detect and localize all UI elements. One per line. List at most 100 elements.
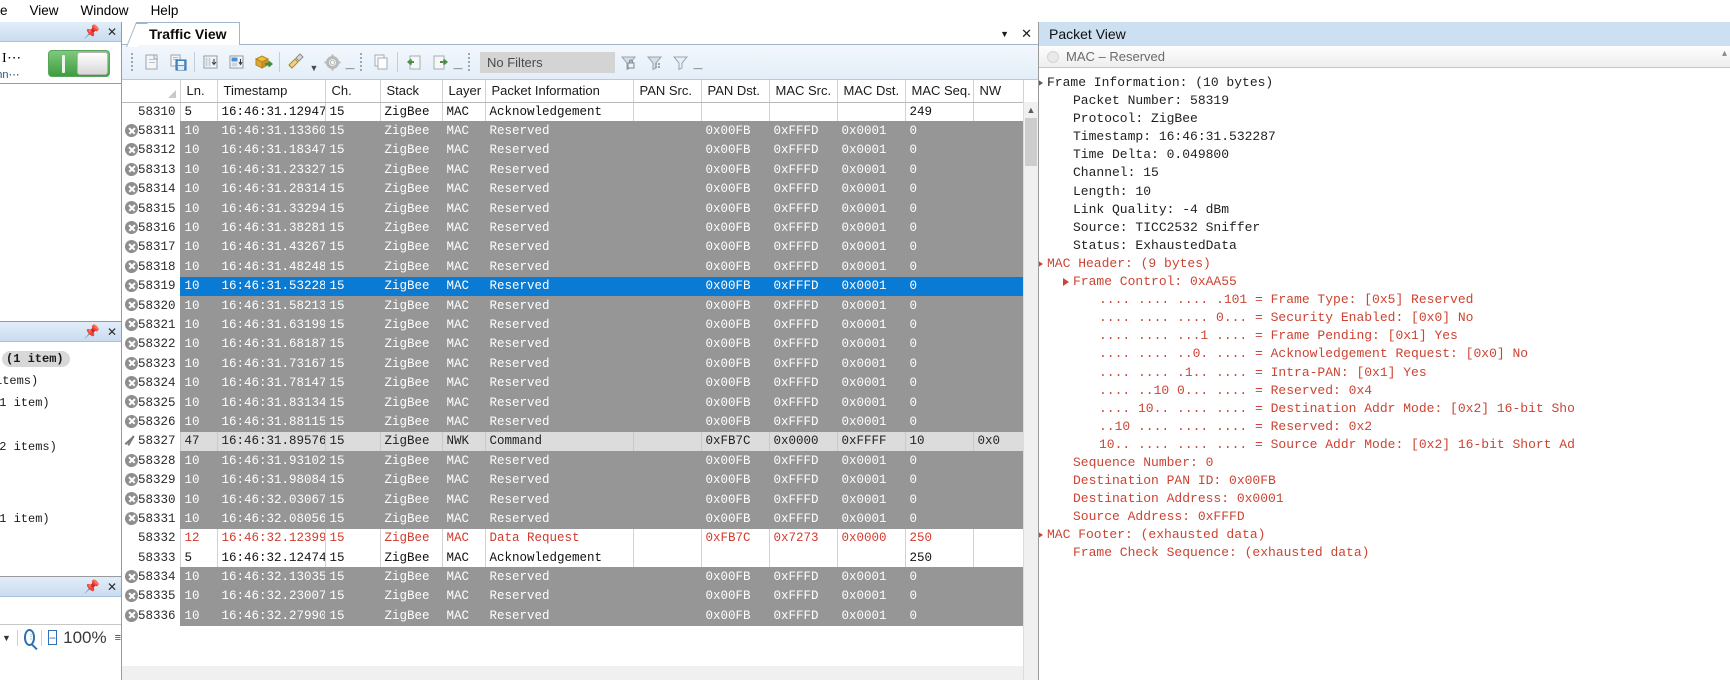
- packet-detail-line[interactable]: Protocol: ZigBee: [1039, 110, 1730, 128]
- minus-box-icon[interactable]: −: [48, 630, 58, 645]
- toolbar-grip[interactable]: [358, 51, 365, 73]
- packet-detail-line[interactable]: .... .... .... .101 = Frame Type: [0x5] …: [1039, 291, 1730, 309]
- table-row[interactable]: 583241016:46:31.78147915ZigBeeMACReserve…: [122, 373, 1023, 392]
- table-row[interactable]: 583141016:46:31.28314315ZigBeeMACReserve…: [122, 180, 1023, 199]
- toolbar-grip[interactable]: [466, 51, 473, 73]
- filter-edit-icon[interactable]: [641, 49, 667, 75]
- table-row[interactable]: 58333516:46:32.12474315ZigBeeMACAcknowle…: [122, 548, 1023, 567]
- packet-detail-line[interactable]: Time Delta: 0.049800: [1039, 146, 1730, 164]
- table-row[interactable]: 583291016:46:31.98084715ZigBeeMACReserve…: [122, 470, 1023, 489]
- table-row[interactable]: 583171016:46:31.43267915ZigBeeMACReserve…: [122, 238, 1023, 257]
- capture-device-b-button[interactable]: [224, 49, 250, 75]
- packet-detail-line[interactable]: Source: TICC2532 Sniffer: [1039, 219, 1730, 237]
- packet-detail-line[interactable]: .... .... .1.. .... = Intra-PAN: [0x1] Y…: [1039, 364, 1730, 382]
- table-row[interactable]: 58310516:46:31.12947115ZigBeeMACAcknowle…: [122, 102, 1023, 121]
- grid-column-header[interactable]: [122, 80, 180, 102]
- table-row[interactable]: 583321216:46:32.12399115ZigBeeMACData Re…: [122, 529, 1023, 548]
- expander-triangle-icon[interactable]: [1063, 278, 1069, 286]
- table-row[interactable]: 583131016:46:31.23327915ZigBeeMACReserve…: [122, 160, 1023, 179]
- packet-detail-line[interactable]: MAC Header: (9 bytes): [1039, 255, 1730, 273]
- close-icon[interactable]: ✕: [107, 26, 117, 38]
- packet-detail-line[interactable]: 10.. .... .... .... = Source Addr Mode: …: [1039, 436, 1730, 454]
- grid-vertical-scrollbar[interactable]: ▲: [1023, 102, 1038, 680]
- grid-column-header[interactable]: Ln.: [180, 80, 217, 102]
- close-icon[interactable]: ✕: [107, 581, 117, 593]
- packet-detail-line[interactable]: Packet Number: 58319: [1039, 92, 1730, 110]
- grid-column-header[interactable]: Stack: [380, 80, 442, 102]
- packet-detail-line[interactable]: ..10 .... .... .... = Reserved: 0x2: [1039, 418, 1730, 436]
- capture-tree-node[interactable]: (2 items): [0, 440, 57, 454]
- packet-detail-line[interactable]: MAC Footer: (exhausted data): [1039, 526, 1730, 544]
- packet-detail-line[interactable]: Frame Information: (10 bytes): [1039, 74, 1730, 92]
- menu-item-e[interactable]: e: [0, 0, 19, 22]
- menu-item-view[interactable]: View: [19, 0, 70, 22]
- table-row[interactable]: 583111016:46:31.13360715ZigBeeMACReserve…: [122, 121, 1023, 140]
- toolbar-overflow-icon[interactable]: —: [453, 63, 463, 73]
- settings-gear-button[interactable]: [319, 49, 345, 75]
- grid-column-header[interactable]: Packet Information: [485, 80, 633, 102]
- packet-detail-line[interactable]: Source Address: 0xFFFD: [1039, 508, 1730, 526]
- filter-display-field[interactable]: No Filters: [480, 52, 615, 73]
- nav-back-button[interactable]: [401, 49, 427, 75]
- chevron-down-icon[interactable]: ▼: [1000, 29, 1009, 39]
- magnifier-icon[interactable]: ⋮: [24, 629, 36, 646]
- save-file-button[interactable]: [165, 49, 191, 75]
- packet-detail-line[interactable]: Channel: 15: [1039, 164, 1730, 182]
- capture-device-a-button[interactable]: [198, 49, 224, 75]
- capture-toggle-switch[interactable]: [48, 50, 110, 77]
- toolbar-overflow-icon[interactable]: —: [345, 63, 355, 73]
- table-row[interactable]: 583281016:46:31.93102315ZigBeeMACReserve…: [122, 451, 1023, 470]
- packet-detail-line[interactable]: Destination Address: 0x0001: [1039, 490, 1730, 508]
- expander-triangle-icon[interactable]: [1039, 260, 1043, 268]
- menu-item-help[interactable]: Help: [140, 0, 190, 22]
- scroll-thumb[interactable]: [1025, 118, 1037, 166]
- packet-detail-line[interactable]: Frame Check Sequence: (exhausted data): [1039, 544, 1730, 562]
- capture-tree-node[interactable]: (1 item): [0, 396, 50, 410]
- table-row[interactable]: 583251016:46:31.83134315ZigBeeMACReserve…: [122, 393, 1023, 412]
- scroll-up-icon[interactable]: ▲: [1024, 102, 1038, 117]
- table-row[interactable]: 583181016:46:31.48248715ZigBeeMACReserve…: [122, 257, 1023, 276]
- menu-item-window[interactable]: Window: [70, 0, 140, 22]
- copy-button[interactable]: [368, 49, 394, 75]
- toolbar-overflow-icon[interactable]: ≡: [115, 632, 121, 644]
- package-button[interactable]: [250, 49, 276, 75]
- toolbar-overflow-icon[interactable]: —: [693, 63, 703, 73]
- grid-column-header[interactable]: PAN Src.: [633, 80, 701, 102]
- table-row[interactable]: 583191016:46:31.53228715ZigBeeMACReserve…: [122, 277, 1023, 296]
- table-row[interactable]: 583351016:46:32.23007915ZigBeeMACReserve…: [122, 587, 1023, 606]
- table-row[interactable]: 583121016:46:31.18347115ZigBeeMACReserve…: [122, 141, 1023, 160]
- expander-triangle-icon[interactable]: [1039, 531, 1043, 539]
- table-row[interactable]: 583151016:46:31.33294315ZigBeeMACReserve…: [122, 199, 1023, 218]
- packet-detail-line[interactable]: Link Quality: -4 dBm: [1039, 201, 1730, 219]
- packet-detail-line[interactable]: .... .... .... 0... = Security Enabled: …: [1039, 309, 1730, 327]
- capture-tree-node[interactable]: items): [0, 374, 38, 388]
- grid-column-header[interactable]: Timestamp: [217, 80, 325, 102]
- close-icon[interactable]: ✕: [107, 326, 117, 338]
- packet-detail-line[interactable]: Status: ExhaustedData: [1039, 237, 1730, 255]
- open-file-button[interactable]: [139, 49, 165, 75]
- grid-column-header[interactable]: MAC Seq.: [905, 80, 973, 102]
- clear-broom-button[interactable]: [283, 49, 309, 75]
- grid-column-header[interactable]: PAN Dst.: [701, 80, 769, 102]
- packet-detail-line[interactable]: .... .... ...1 .... = Frame Pending: [0x…: [1039, 327, 1730, 345]
- filter-clear-icon[interactable]: [667, 49, 693, 75]
- pin-icon[interactable]: 📌: [84, 580, 100, 593]
- table-row[interactable]: 583221016:46:31.68187115ZigBeeMACReserve…: [122, 335, 1023, 354]
- close-icon[interactable]: ✕: [1021, 26, 1032, 42]
- grid-column-header[interactable]: Layer: [442, 80, 485, 102]
- packet-detail-line[interactable]: .... ..10 0... .... = Reserved: 0x4: [1039, 382, 1730, 400]
- table-row[interactable]: 583161016:46:31.38281515ZigBeeMACReserve…: [122, 218, 1023, 237]
- tab-traffic-view[interactable]: Traffic View: [136, 22, 240, 45]
- table-row[interactable]: 583301016:46:32.03067915ZigBeeMACReserve…: [122, 490, 1023, 509]
- capture-tree-node[interactable]: (1 item): [0, 512, 50, 526]
- grid-column-header[interactable]: NW: [973, 80, 1023, 102]
- packet-detail-line[interactable]: .... 10.. .... .... = Destination Addr M…: [1039, 400, 1730, 418]
- capture-tree-node[interactable]: (1 item): [2, 352, 70, 366]
- filter-lock-icon[interactable]: [615, 49, 641, 75]
- table-row[interactable]: 583341016:46:32.13035115ZigBeeMACReserve…: [122, 567, 1023, 586]
- table-row[interactable]: 583231016:46:31.73167915ZigBeeMACReserve…: [122, 354, 1023, 373]
- packet-detail-line[interactable]: Timestamp: 16:46:31.532287: [1039, 128, 1730, 146]
- table-row[interactable]: 583261016:46:31.88115115ZigBeeMACReserve…: [122, 412, 1023, 431]
- table-row[interactable]: 583311016:46:32.08056715ZigBeeMACReserve…: [122, 509, 1023, 528]
- packet-detail-line[interactable]: Frame Control: 0xAA55: [1039, 273, 1730, 291]
